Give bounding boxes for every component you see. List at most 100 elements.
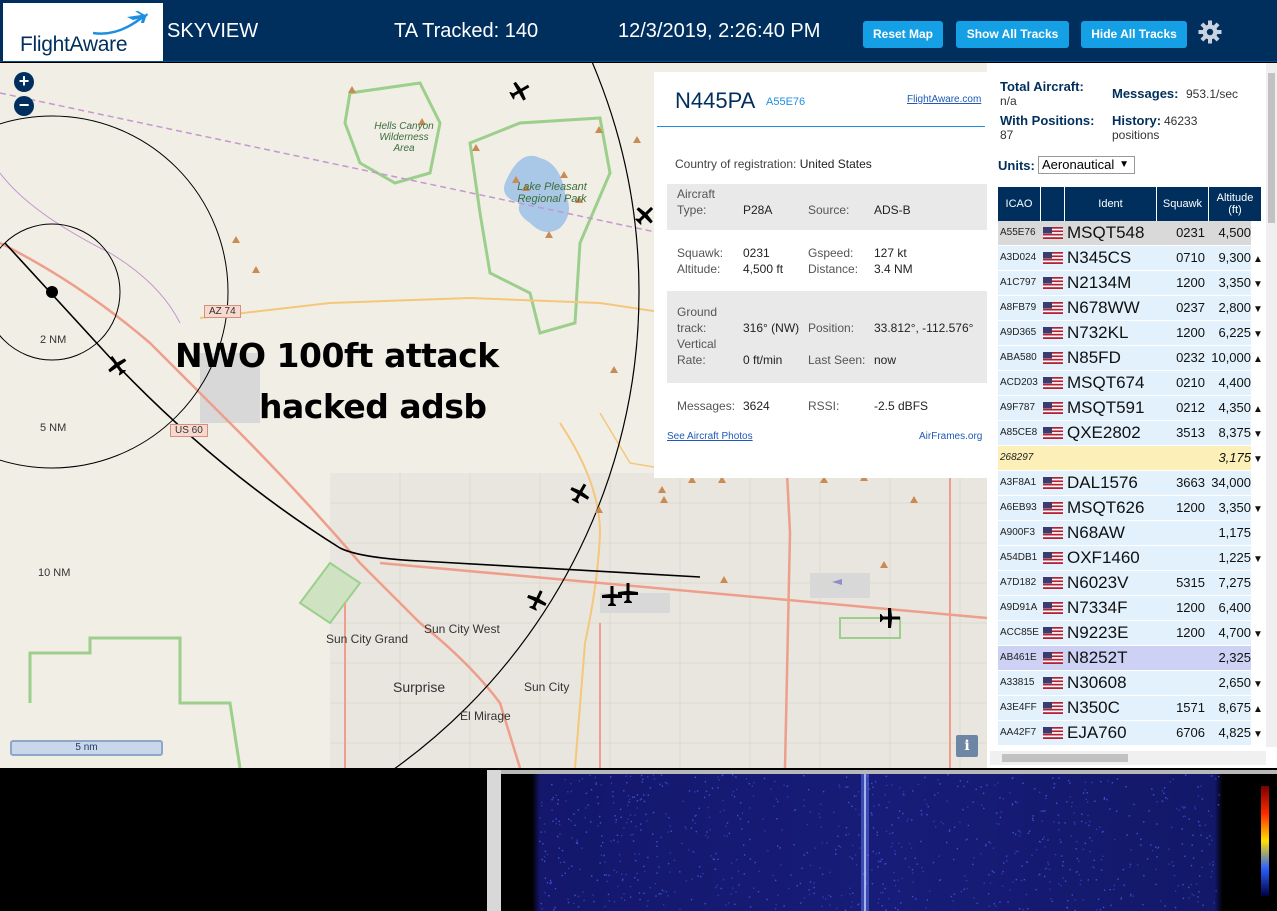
cell-squawk: 0237 bbox=[1176, 300, 1205, 315]
table-row[interactable]: AA42F7 EJA760 6706 4,825 ▼ bbox=[998, 721, 1263, 746]
zoom-out-button[interactable]: − bbox=[14, 96, 34, 116]
trend-icon: ▼ bbox=[1253, 329, 1263, 340]
cell-flag bbox=[1043, 571, 1065, 595]
cell-icao: AA42F7 bbox=[1000, 727, 1037, 738]
source-label: Source: bbox=[808, 203, 850, 217]
cell-icao: ACD203 bbox=[1000, 377, 1038, 388]
table-row[interactable]: A3E4FF N350C 1571 8,675 ▲ bbox=[998, 696, 1263, 721]
airframes-link[interactable]: AirFrames.org bbox=[919, 431, 982, 442]
trend-icon: ▼ bbox=[1253, 454, 1263, 465]
panel-vertical-scrollbar[interactable] bbox=[1266, 63, 1277, 747]
gear-icon[interactable] bbox=[1198, 20, 1222, 44]
cell-flag bbox=[1043, 246, 1065, 270]
table-row[interactable]: ACD203 MSQT674 0210 4,400 bbox=[998, 371, 1251, 396]
reset-map-button[interactable]: Reset Map bbox=[863, 21, 943, 48]
cell-flag bbox=[1043, 221, 1065, 245]
us-flag-icon bbox=[1043, 402, 1063, 414]
detail-hex[interactable]: A55E76 bbox=[766, 96, 805, 108]
waterfall-spectrum bbox=[501, 774, 1277, 911]
cell-ident: OXF1460 bbox=[1067, 548, 1140, 567]
trend-icon: ▼ bbox=[1253, 554, 1263, 565]
road-us60: US 60 bbox=[170, 424, 208, 437]
scroll-thumb[interactable] bbox=[1268, 73, 1275, 223]
aircraft-photos-link[interactable]: See Aircraft Photos bbox=[667, 431, 753, 442]
cell-icao: ACC85E bbox=[1000, 627, 1039, 638]
altitude-text: 4,400 bbox=[1218, 375, 1251, 390]
cell-squawk: 5315 bbox=[1176, 575, 1205, 590]
col-altitude[interactable]: Altitude (ft) bbox=[1209, 187, 1262, 221]
altitude-text: 3,175 bbox=[1218, 450, 1251, 465]
units-select[interactable]: Aeronautical ▼ bbox=[1038, 156, 1135, 174]
lastseen-value: now bbox=[874, 353, 897, 367]
table-row[interactable]: A85CE8 QXE2802 3513 8,375 ▼ bbox=[998, 421, 1263, 446]
cell-icao: A9D91A bbox=[1000, 602, 1038, 613]
altitude-value: 4,500 ft bbox=[743, 262, 784, 276]
col-ident[interactable]: Ident bbox=[1065, 187, 1157, 221]
trend-icon: ▲ bbox=[1253, 704, 1263, 715]
table-row[interactable]: A9F787 MSQT591 0212 4,350 ▲ bbox=[998, 396, 1263, 421]
scroll-thumb-h[interactable] bbox=[1002, 754, 1128, 762]
table-row[interactable]: A9D365 N732KL 1200 6,225 ▼ bbox=[998, 321, 1263, 346]
cell-ident: MSQT591 bbox=[1067, 398, 1145, 417]
squawk-label: Squawk: bbox=[677, 246, 724, 260]
table-row[interactable]: A54DB1 OXF1460 1,225 ▼ bbox=[998, 546, 1263, 571]
cell-squawk: 3513 bbox=[1176, 425, 1205, 440]
info-icon[interactable]: i bbox=[956, 735, 978, 757]
us-flag-icon bbox=[1043, 627, 1063, 639]
table-row[interactable]: ACC85E N9223E 1200 4,700 ▼ bbox=[998, 621, 1263, 646]
table-row[interactable]: A33815 N30608 2,650 ▼ bbox=[998, 671, 1263, 696]
cell-ident: EJA760 bbox=[1067, 723, 1127, 742]
detail-block-type: Aircraft Type: P28A Source: ADS-B bbox=[667, 184, 987, 230]
table-row[interactable]: A3F8A1 DAL1576 3663 34,000 bbox=[998, 471, 1251, 496]
cell-flag bbox=[1043, 271, 1065, 295]
vrate-label: Vertical Rate: bbox=[677, 337, 717, 367]
table-row[interactable]: A7D182 N6023V 5315 7,275 bbox=[998, 571, 1251, 596]
trend-icon: ▼ bbox=[1253, 679, 1263, 690]
col-icao[interactable]: ICAO bbox=[998, 187, 1041, 221]
us-flag-icon bbox=[1043, 677, 1063, 689]
cell-squawk: 0232 bbox=[1176, 350, 1205, 365]
table-row[interactable]: A6EB93 MSQT626 1200 3,350 ▼ bbox=[998, 496, 1263, 521]
table-row[interactable]: A8FB79 N678WW 0237 2,800 ▼ bbox=[998, 296, 1263, 321]
table-row[interactable]: A9D91A N7334F 1200 6,400 bbox=[998, 596, 1251, 621]
flightaware-logo[interactable]: FlightAware bbox=[3, 3, 163, 61]
panel-horizontal-scrollbar[interactable] bbox=[990, 751, 1266, 765]
place-sun-city-west: Sun City West bbox=[424, 622, 500, 636]
pane-divider[interactable] bbox=[487, 770, 501, 911]
hide-all-tracks-button[interactable]: Hide All Tracks bbox=[1081, 21, 1187, 48]
show-all-tracks-button[interactable]: Show All Tracks bbox=[956, 21, 1069, 48]
trend-icon: ▲ bbox=[1253, 354, 1263, 365]
col-flag bbox=[1041, 187, 1065, 221]
table-row[interactable]: ABA580 N85FD 0232 10,000 ▲ bbox=[998, 346, 1263, 371]
messages-rate-label: Messages: bbox=[1112, 86, 1179, 101]
flightaware-link[interactable]: FlightAware.com bbox=[907, 94, 981, 105]
table-row[interactable]: A900F3 N68AW 1,175 bbox=[998, 521, 1251, 546]
cell-flag bbox=[1043, 446, 1065, 470]
country-value: United States bbox=[799, 157, 872, 171]
cell-squawk: 1200 bbox=[1176, 275, 1205, 290]
bottom-left-pane bbox=[0, 770, 487, 911]
table-row[interactable]: AB461E N8252T 2,325 bbox=[998, 646, 1251, 671]
zoom-in-button[interactable]: + bbox=[14, 72, 34, 92]
aircraft-type-value: P28A bbox=[743, 203, 773, 217]
cell-icao: ABA580 bbox=[1000, 352, 1037, 363]
us-flag-icon bbox=[1043, 727, 1063, 739]
ring-label-5nm: 5 NM bbox=[40, 422, 67, 434]
trend-icon: ▼ bbox=[1253, 729, 1263, 740]
col-squawk[interactable]: Squawk bbox=[1157, 187, 1209, 221]
table-row[interactable]: A55E76 MSQT548 0231 4,500 bbox=[998, 221, 1251, 246]
table-row[interactable]: A1C797 N2134M 1200 3,350 ▼ bbox=[998, 271, 1263, 296]
table-row[interactable]: A3D024 N345CS 0710 9,300 ▲ bbox=[998, 246, 1263, 271]
cell-icao: A3D024 bbox=[1000, 252, 1037, 263]
cell-icao: A55E76 bbox=[1000, 227, 1036, 238]
cell-altitude: 2,800 ▼ bbox=[1209, 296, 1263, 320]
cell-altitude: 2,325 bbox=[1209, 646, 1263, 670]
trend-icon: ▼ bbox=[1253, 304, 1263, 315]
table-row[interactable]: 268297 3,175 ▼ bbox=[998, 446, 1263, 471]
position-label: Position: bbox=[808, 321, 855, 335]
cell-squawk bbox=[1159, 546, 1209, 570]
cell-altitude: 4,500 bbox=[1209, 221, 1263, 245]
cell-flag bbox=[1043, 471, 1065, 495]
cell-flag bbox=[1043, 546, 1065, 570]
cell-ident: N85FD bbox=[1067, 348, 1121, 367]
